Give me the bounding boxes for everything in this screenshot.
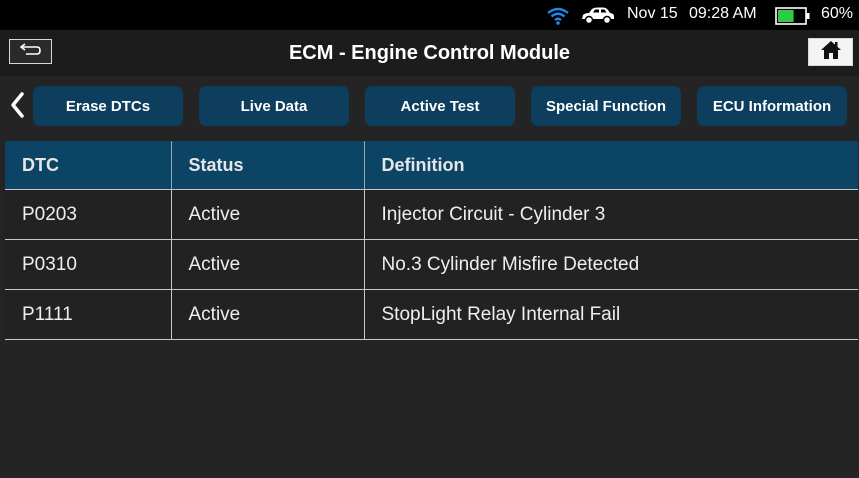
wifi-icon <box>546 6 570 26</box>
erase-dtcs-button[interactable]: Erase DTCs <box>33 86 183 126</box>
active-test-button[interactable]: Active Test <box>365 86 515 126</box>
dtc-status: Active <box>170 189 364 240</box>
back-button[interactable] <box>9 39 52 64</box>
home-button[interactable] <box>808 38 853 66</box>
scroll-left-button[interactable] <box>6 91 28 124</box>
dtc-code: P0203 <box>5 189 171 240</box>
column-header-status: Status <box>170 141 364 190</box>
column-header-definition: Definition <box>363 141 858 190</box>
return-arrow-icon <box>19 42 42 61</box>
dtc-code: P0310 <box>5 239 171 290</box>
title-bar: ECM - Engine Control Module <box>0 30 859 76</box>
status-date: Nov 15 <box>627 5 678 22</box>
special-function-button[interactable]: Special Function <box>531 86 681 126</box>
dtc-table: DTC Status Definition P0203 Active Injec… <box>5 141 858 340</box>
page-title: ECM - Engine Control Module <box>288 42 571 64</box>
dtc-status: Active <box>170 289 364 340</box>
dtc-code: P1111 <box>5 289 171 340</box>
live-data-button[interactable]: Live Data <box>199 86 349 126</box>
dtc-definition: Injector Circuit - Cylinder 3 <box>363 189 858 240</box>
function-toolbar: Erase DTCs Live Data Active Test Special… <box>0 76 859 136</box>
table-row[interactable]: P0310 Active No.3 Cylinder Misfire Detec… <box>5 239 858 290</box>
car-icon <box>580 6 616 26</box>
dtc-status: Active <box>170 239 364 290</box>
table-header-row: DTC Status Definition <box>5 141 858 190</box>
battery-icon <box>775 7 811 25</box>
table-row[interactable]: P1111 Active StopLight Relay Internal Fa… <box>5 289 858 340</box>
status-bar: Nov 15 09:28 AM 60% <box>0 0 859 30</box>
table-row[interactable]: P0203 Active Injector Circuit - Cylinder… <box>5 189 858 240</box>
home-icon <box>820 40 842 65</box>
column-header-dtc: DTC <box>5 141 171 190</box>
dtc-definition: No.3 Cylinder Misfire Detected <box>363 239 858 290</box>
status-time: 09:28 AM <box>689 5 757 22</box>
battery-percent: 60% <box>821 5 854 22</box>
chevron-left-icon <box>9 91 25 124</box>
ecu-information-button[interactable]: ECU Information <box>697 86 847 126</box>
dtc-definition: StopLight Relay Internal Fail <box>363 289 858 340</box>
